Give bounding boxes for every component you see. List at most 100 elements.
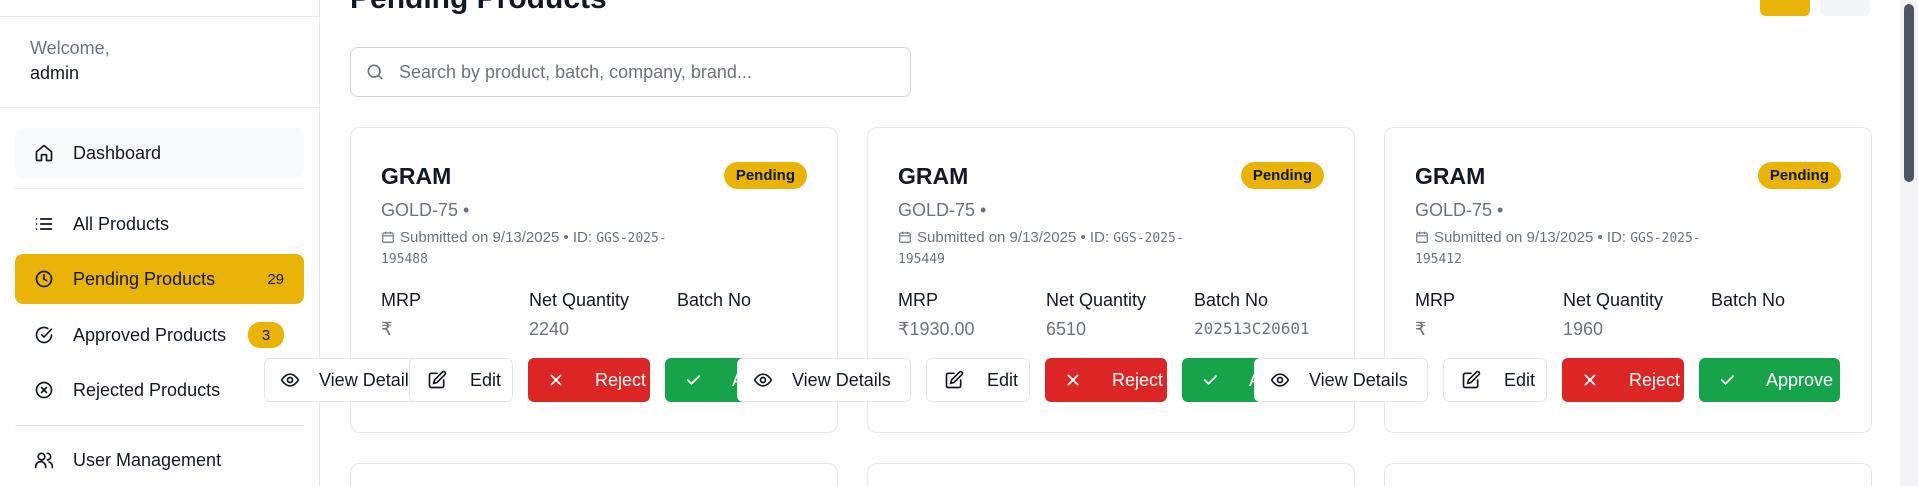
edit-button[interactable]: Edit	[926, 358, 1030, 402]
main-content: Pending Products GRAM Pending GOLD-75 • …	[264, 0, 1898, 486]
field-value: ₹1930.00	[898, 319, 975, 339]
product-card	[350, 463, 838, 486]
quantity-field: Net Quantity 1960	[1563, 290, 1663, 340]
submitted-text: Submitted on 9/13/2025 • ID:	[400, 229, 593, 246]
button-label: View Details	[319, 369, 418, 390]
submission-info: Submitted on 9/13/2025 • ID: GGS-2025-19…	[1415, 228, 1735, 270]
sidebar-item-rejected-products[interactable]: Rejected Products	[15, 365, 304, 415]
status-badge: Pending	[1757, 162, 1841, 189]
product-brand: GOLD-75 •	[1415, 200, 1504, 220]
search-box[interactable]	[350, 47, 911, 97]
field-value: ₹	[381, 319, 393, 339]
field-label: MRP	[1415, 290, 1455, 310]
submitted-text: Submitted on 9/13/2025 • ID:	[917, 229, 1110, 246]
product-name: GRAM	[898, 163, 969, 189]
sidebar-item-label: Rejected Products	[73, 379, 221, 400]
button-label: Reject	[595, 369, 647, 390]
button-label: Edit	[1504, 369, 1536, 390]
submission-info: Submitted on 9/13/2025 • ID: GGS-2025-19…	[381, 228, 701, 270]
reject-button[interactable]: Reject	[1045, 358, 1167, 402]
eye-icon	[279, 369, 301, 391]
sidebar-item-label: Approved Products	[73, 324, 227, 345]
product-name: GRAM	[381, 163, 452, 189]
check-icon	[1199, 369, 1221, 391]
clock-icon	[33, 268, 55, 290]
search-icon	[367, 64, 383, 80]
sidebar-item-all-products[interactable]: All Products	[15, 199, 304, 249]
field-value: 1960	[1563, 319, 1604, 339]
batch-field: Batch No	[677, 290, 751, 319]
sidebar-item-pending-products[interactable]: Pending Products 29	[15, 254, 304, 304]
scrollbar-thumb[interactable]	[1904, 4, 1914, 182]
welcome-text: Welcome,	[30, 38, 110, 58]
x-icon	[545, 369, 567, 391]
count-badge: 3	[248, 322, 284, 348]
count-badge: 29	[267, 270, 284, 288]
x-icon	[1579, 369, 1601, 391]
divider	[15, 425, 304, 426]
eye-icon	[1269, 369, 1291, 391]
mrp-field: MRP ₹	[1415, 290, 1455, 340]
list-icon	[33, 213, 55, 235]
view-details-button[interactable]: View Details	[1254, 358, 1428, 402]
product-card	[1384, 463, 1872, 486]
button-label: Reject	[1629, 369, 1681, 390]
sidebar-item-approved-products[interactable]: Approved Products 3	[15, 310, 304, 360]
status-badge: Pending	[723, 162, 807, 189]
field-label: Batch No	[1194, 290, 1269, 310]
calendar-icon	[899, 231, 911, 243]
edit-icon	[943, 369, 965, 391]
product-brand: GOLD-75 •	[381, 200, 470, 220]
batch-field: Batch No	[1711, 290, 1785, 319]
check-circle-icon	[33, 324, 55, 346]
reject-button[interactable]: Reject	[1562, 358, 1684, 402]
field-label: MRP	[898, 290, 938, 310]
sidebar-item-label: User Management	[73, 449, 222, 470]
sidebar-item-label: All Products	[73, 213, 170, 234]
eye-icon	[752, 369, 774, 391]
sidebar: Welcome, admin Dashboard All Products Pe…	[0, 0, 320, 486]
sidebar-item-user-management[interactable]: User Management	[15, 435, 304, 485]
button-label: Approve	[1766, 369, 1834, 390]
quantity-field: Net Quantity 6510	[1046, 290, 1146, 340]
sidebar-item-dashboard[interactable]: Dashboard	[15, 128, 304, 178]
check-icon	[1716, 369, 1738, 391]
mrp-field: MRP ₹1930.00	[898, 290, 975, 340]
button-label: Edit	[470, 369, 502, 390]
field-label: Net Quantity	[1563, 290, 1664, 310]
calendar-icon	[1416, 231, 1428, 243]
quantity-field: Net Quantity 2240	[529, 290, 629, 340]
page-title: Pending Products	[350, 0, 607, 16]
button-label: View Details	[792, 369, 891, 390]
field-value: 2240	[529, 319, 570, 339]
field-label: Batch No	[677, 290, 752, 310]
view-details-button[interactable]: View Details	[737, 358, 911, 402]
x-icon	[1062, 369, 1084, 391]
sidebar-item-label: Dashboard	[73, 142, 162, 163]
reject-button[interactable]: Reject	[528, 358, 650, 402]
button-label: View Details	[1309, 369, 1408, 390]
list-view-toggle[interactable]	[1820, 0, 1870, 16]
mrp-field: MRP ₹	[381, 290, 421, 340]
approve-button[interactable]: Approve	[1699, 358, 1840, 402]
field-label: Batch No	[1711, 290, 1786, 310]
sidebar-item-label: Pending Products	[73, 268, 216, 289]
grid-view-toggle[interactable]	[1760, 0, 1810, 16]
x-circle-icon	[33, 379, 55, 401]
edit-button[interactable]: Edit	[1443, 358, 1547, 402]
product-name: GRAM	[1415, 163, 1486, 189]
submitted-text: Submitted on 9/13/2025 • ID:	[1434, 229, 1627, 246]
divider	[0, 16, 319, 17]
search-input[interactable]	[399, 61, 899, 83]
status-badge: Pending	[1240, 162, 1324, 189]
edit-icon	[426, 369, 448, 391]
field-label: MRP	[381, 290, 421, 310]
calendar-icon	[382, 231, 394, 243]
field-value: ₹	[1415, 319, 1427, 339]
field-label: Net Quantity	[1046, 290, 1147, 310]
users-icon	[33, 449, 55, 471]
submission-info: Submitted on 9/13/2025 • ID: GGS-2025-19…	[898, 228, 1218, 270]
button-label: Edit	[987, 369, 1019, 390]
divider	[0, 107, 319, 108]
edit-button[interactable]: Edit	[409, 358, 513, 402]
